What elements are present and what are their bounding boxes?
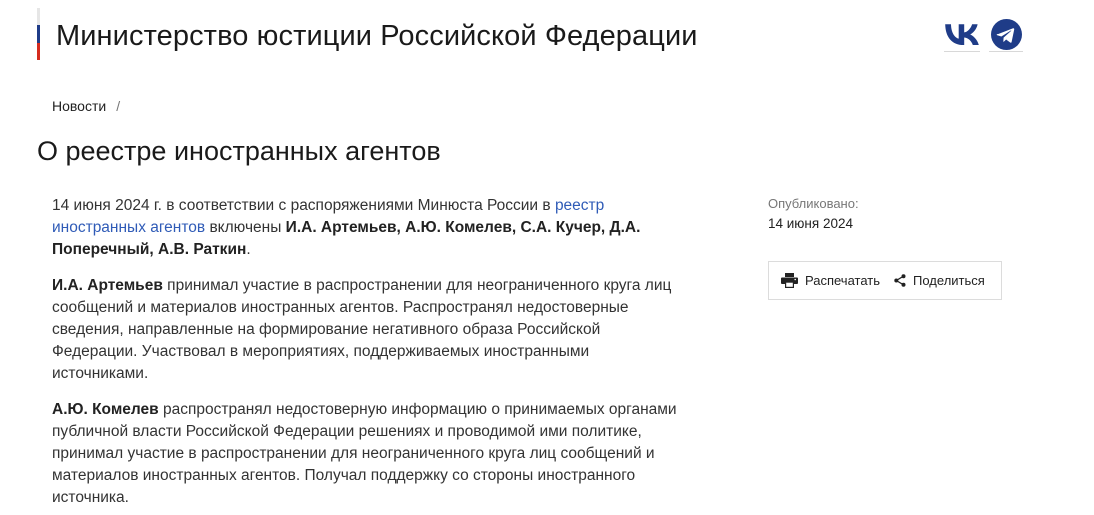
telegram-icon (990, 19, 1022, 50)
share-label: Поделиться (913, 273, 985, 288)
publication-meta: Опубликовано: 14 июня 2024 (768, 196, 859, 231)
share-icon (894, 274, 906, 287)
p1-text-before: 14 июня 2024 г. в соответствии с распоря… (52, 197, 555, 214)
p1-text-middle: включены (205, 219, 286, 236)
breadcrumb-separator: / (116, 98, 121, 114)
print-label: Распечатать (805, 273, 881, 288)
p3-name: А.Ю. Комелев (52, 401, 159, 418)
flag-red (37, 43, 40, 60)
published-date: 14 июня 2024 (768, 216, 853, 231)
vk-link[interactable] (944, 18, 980, 52)
printer-icon (781, 273, 798, 288)
published-label: Опубликовано: (768, 196, 859, 211)
share-button[interactable]: Поделиться (894, 273, 985, 288)
flag-white (37, 8, 40, 25)
article-paragraph-3: А.Ю. Комелев распространял недостоверную… (52, 399, 682, 509)
p1-text-after: . (246, 241, 251, 258)
flag-blue (37, 25, 40, 43)
article-actions: Распечатать Поделиться (768, 261, 1002, 300)
page-title: О реестре иностранных агентов (37, 136, 441, 166)
print-button[interactable]: Распечатать (781, 273, 880, 288)
flag-stripe (37, 8, 40, 60)
article-body: 14 июня 2024 г. в соответствии с распоря… (52, 195, 682, 515)
breadcrumb-item-news[interactable]: Новости (52, 98, 106, 114)
telegram-link[interactable] (989, 18, 1023, 52)
article-paragraph-1: 14 июня 2024 г. в соответствии с распоря… (52, 195, 682, 261)
site-title[interactable]: Министерство юстиции Российской Федераци… (56, 20, 698, 53)
p2-name: И.А. Артемьев (52, 277, 163, 294)
breadcrumb: Новости / (52, 98, 120, 114)
vk-icon (945, 23, 979, 45)
article-paragraph-2: И.А. Артемьев принимал участие в распрос… (52, 275, 682, 385)
